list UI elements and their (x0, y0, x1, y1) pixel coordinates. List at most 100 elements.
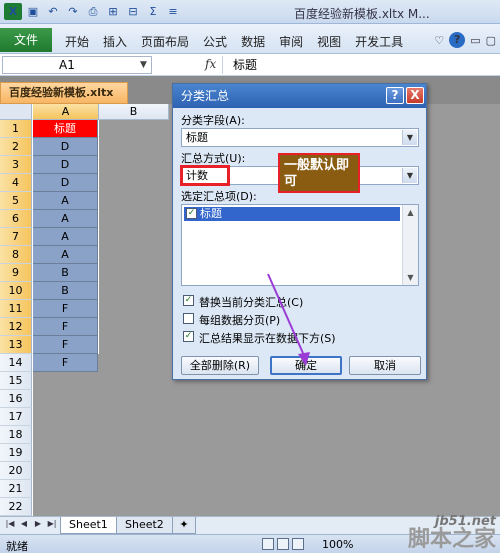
undo-icon[interactable]: ↶ (44, 3, 62, 20)
row-header[interactable]: 12 (0, 318, 32, 336)
row-header[interactable]: 18 (0, 426, 32, 444)
tab-insert[interactable]: 插入 (96, 33, 134, 50)
name-box[interactable]: A1 (2, 56, 152, 74)
tab-formulas[interactable]: 公式 (196, 33, 234, 50)
autosum-icon[interactable]: Σ (144, 3, 162, 20)
chevron-down-icon[interactable]: ▼ (402, 130, 417, 145)
tab-view[interactable]: 视图 (310, 33, 348, 50)
sheet-nav-buttons: |◀ ◀ ▶ ▶| (4, 519, 58, 528)
group-by-select[interactable]: 标题 ▼ (181, 128, 419, 147)
first-sheet-icon[interactable]: |◀ (4, 519, 16, 528)
table-cell[interactable]: D (33, 174, 98, 192)
ribbon-tabs: 文件 开始 插入 页面布局 公式 数据 审阅 视图 开发工具 ♡ ? ▭ ▢ (0, 24, 500, 54)
table-cell[interactable]: B (33, 282, 98, 300)
align-icon[interactable]: ≡ (164, 3, 182, 20)
sheet-tab-sheet1[interactable]: Sheet1 (60, 517, 117, 534)
window-restore-icon[interactable]: ▢ (486, 34, 496, 47)
dialog-close-button[interactable]: X (406, 87, 424, 104)
row-header[interactable]: 19 (0, 444, 32, 462)
group-by-label: 分类字段(A): (181, 114, 245, 127)
workbook-tab[interactable]: 百度经验新模板.xltx (0, 82, 128, 104)
annotation-note: 一般默认即可 (278, 153, 360, 193)
row-header[interactable]: 17 (0, 408, 32, 426)
sheet-tab-sheet2[interactable]: Sheet2 (116, 517, 173, 534)
table-cell[interactable]: D (33, 138, 98, 156)
column-header-a[interactable]: A (33, 104, 99, 120)
row-header[interactable]: 22 (0, 498, 32, 516)
row-header[interactable]: 8 (0, 246, 32, 264)
table-cell[interactable]: B (33, 264, 98, 282)
remove-all-button[interactable]: 全部删除(R) (181, 356, 259, 375)
window-minimize-icon[interactable]: ▭ (470, 34, 480, 47)
formula-input[interactable]: 标题 (222, 56, 498, 74)
table-cell[interactable]: F (33, 354, 98, 372)
redo-icon[interactable]: ↷ (64, 3, 82, 20)
row-header[interactable]: 13 (0, 336, 32, 354)
row-header[interactable]: 5 (0, 192, 32, 210)
insert-sheet-icon[interactable]: ✦ (172, 517, 196, 534)
cancel-button[interactable]: 取消 (349, 356, 421, 375)
watermark-name: 脚本之家 (407, 527, 496, 552)
row-header[interactable]: 2 (0, 138, 32, 156)
borders-icon[interactable]: ⊟ (124, 3, 142, 20)
checkbox-checked-icon[interactable]: ✓ (183, 331, 194, 342)
last-sheet-icon[interactable]: ▶| (46, 519, 58, 528)
scroll-down-icon[interactable]: ▼ (403, 270, 418, 285)
row-header[interactable]: 20 (0, 462, 32, 480)
table-cell[interactable]: D (33, 156, 98, 174)
group-by-value: 标题 (186, 131, 208, 144)
table-cell[interactable]: F (33, 318, 98, 336)
table-cell[interactable]: A (33, 246, 98, 264)
row-header[interactable]: 9 (0, 264, 32, 282)
help-icon[interactable]: ? (449, 32, 466, 48)
scroll-up-icon[interactable]: ▲ (403, 205, 418, 220)
tab-page-layout[interactable]: 页面布局 (134, 33, 196, 50)
dialog-help-button[interactable]: ? (386, 87, 404, 104)
page-break-view-icon[interactable] (292, 538, 304, 550)
row-header[interactable]: 11 (0, 300, 32, 318)
row-header[interactable]: 4 (0, 174, 32, 192)
row-header[interactable]: 14 (0, 354, 32, 372)
tab-review[interactable]: 审阅 (272, 33, 310, 50)
chevron-down-icon[interactable]: ▼ (140, 60, 147, 70)
next-sheet-icon[interactable]: ▶ (32, 519, 44, 528)
row-header[interactable]: 3 (0, 156, 32, 174)
checkbox-checked-icon[interactable]: ✓ (186, 208, 197, 219)
table-cell[interactable]: F (33, 336, 98, 354)
save-icon[interactable]: ▣ (24, 3, 42, 20)
select-all-corner[interactable] (0, 104, 32, 120)
row-header[interactable]: 6 (0, 210, 32, 228)
page-layout-view-icon[interactable] (277, 538, 289, 550)
insert-function-icon[interactable]: fx (205, 57, 216, 71)
table-cell[interactable]: A (33, 228, 98, 246)
row-header[interactable]: 21 (0, 480, 32, 498)
table-cell[interactable]: 标题 (33, 120, 98, 138)
quick-access-toolbar: X ▣ ↶ ↷ ⎙ ⊞ ⊟ Σ ≡ (4, 3, 182, 20)
column-header-b[interactable]: B (99, 104, 169, 120)
table-cell[interactable]: F (33, 300, 98, 318)
table-cell[interactable]: A (33, 210, 98, 228)
row-header[interactable]: 15 (0, 372, 32, 390)
row-header[interactable]: 16 (0, 390, 32, 408)
checkbox-unchecked-icon[interactable] (183, 313, 194, 324)
minimize-ribbon-icon[interactable]: ♡ (434, 34, 444, 47)
tab-developer[interactable]: 开发工具 (348, 33, 410, 50)
tab-file[interactable]: 文件 (0, 28, 52, 52)
tab-home[interactable]: 开始 (58, 33, 96, 50)
title-bar: X ▣ ↶ ↷ ⎙ ⊞ ⊟ Σ ≡ 百度经验新模板.xltx M... (0, 0, 500, 24)
list-scrollbar[interactable]: ▲ ▼ (402, 205, 418, 285)
row-header[interactable]: 7 (0, 228, 32, 246)
prev-sheet-icon[interactable]: ◀ (18, 519, 30, 528)
tab-data[interactable]: 数据 (234, 33, 272, 50)
normal-view-icon[interactable] (262, 538, 274, 550)
row-header[interactable]: 1 (0, 120, 32, 138)
table-cell[interactable]: A (33, 192, 98, 210)
list-item[interactable]: ✓ 标题 (184, 207, 400, 221)
row-header[interactable]: 10 (0, 282, 32, 300)
zoom-level[interactable]: 100% (322, 538, 353, 551)
checkbox-checked-icon[interactable]: ✓ (183, 295, 194, 306)
watermark: jb51.net 脚本之家 (408, 514, 496, 551)
format-painter-icon[interactable]: ⊞ (104, 3, 122, 20)
chevron-down-icon[interactable]: ▼ (402, 168, 417, 183)
print-preview-icon[interactable]: ⎙ (84, 3, 102, 20)
